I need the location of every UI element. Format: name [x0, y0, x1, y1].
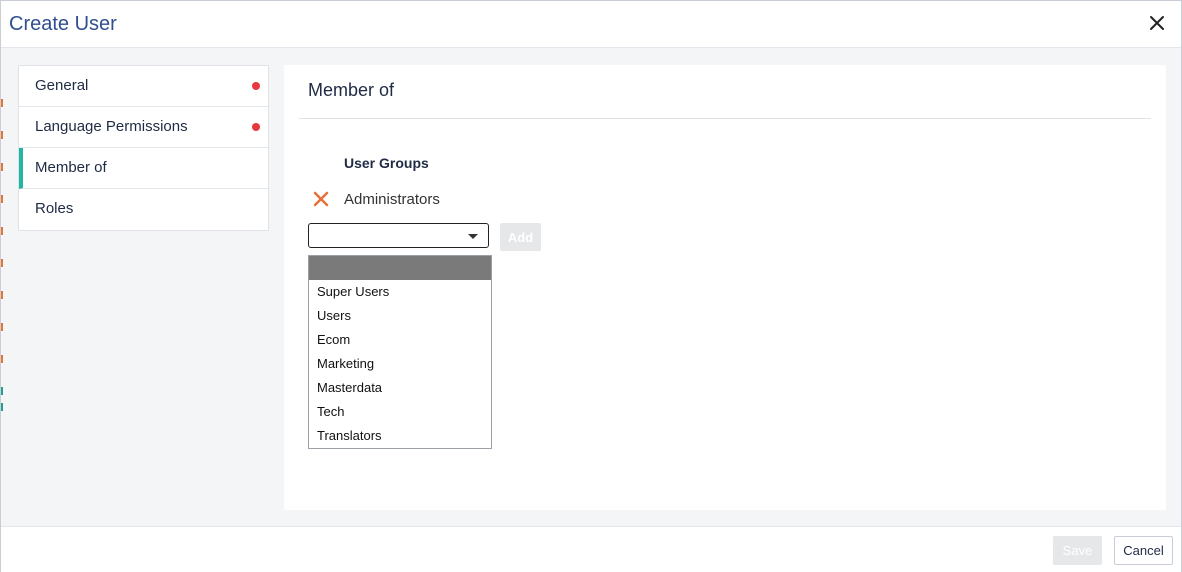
- error-indicator-dot: [252, 82, 260, 90]
- dropdown-option[interactable]: Tech: [309, 400, 491, 424]
- section-title: Member of: [308, 80, 395, 100]
- sidebar-nav: General Language Permissions Member of R…: [18, 65, 269, 231]
- dropdown-option[interactable]: Users: [309, 304, 491, 328]
- sidebar-item-general[interactable]: General: [19, 66, 268, 107]
- remove-x-icon[interactable]: [312, 190, 330, 208]
- group-name: Administrators: [344, 191, 440, 208]
- dialog-header: Create User: [1, 1, 1181, 48]
- dropdown-option[interactable]: Translators: [309, 424, 491, 448]
- section-divider: [299, 118, 1151, 119]
- sidebar-item-language-permissions[interactable]: Language Permissions: [19, 107, 268, 148]
- dropdown-option[interactable]: Super Users: [309, 280, 491, 304]
- user-group-dropdown-list: Super Users Users Ecom Marketing Masterd…: [308, 255, 492, 449]
- sidebar-item-roles[interactable]: Roles: [19, 189, 268, 229]
- dropdown-option-blank[interactable]: [309, 256, 491, 280]
- cancel-button[interactable]: Cancel: [1114, 536, 1173, 565]
- dropdown-option[interactable]: Marketing: [309, 352, 491, 376]
- create-user-dialog: Create User General Language Permissions…: [0, 0, 1182, 572]
- close-icon[interactable]: [1145, 11, 1169, 35]
- sidebar-item-label: Roles: [35, 200, 74, 217]
- sidebar-item-member-of[interactable]: Member of: [19, 148, 268, 189]
- background-edge-marks: [1, 61, 4, 421]
- dialog-title: Create User: [9, 13, 117, 35]
- user-group-select[interactable]: [308, 223, 489, 248]
- chevron-down-icon: [468, 234, 478, 239]
- save-button[interactable]: Save: [1053, 536, 1102, 565]
- sidebar-item-label: Language Permissions: [35, 118, 188, 135]
- sidebar-item-label: General: [35, 77, 89, 94]
- error-indicator-dot: [252, 123, 260, 131]
- sidebar-item-label: Member of: [35, 159, 107, 176]
- dropdown-option[interactable]: Masterdata: [309, 376, 491, 400]
- dialog-footer: Save Cancel: [1, 526, 1181, 572]
- dropdown-option[interactable]: Ecom: [309, 328, 491, 352]
- add-button[interactable]: Add: [500, 223, 541, 251]
- user-groups-label: User Groups: [344, 155, 429, 171]
